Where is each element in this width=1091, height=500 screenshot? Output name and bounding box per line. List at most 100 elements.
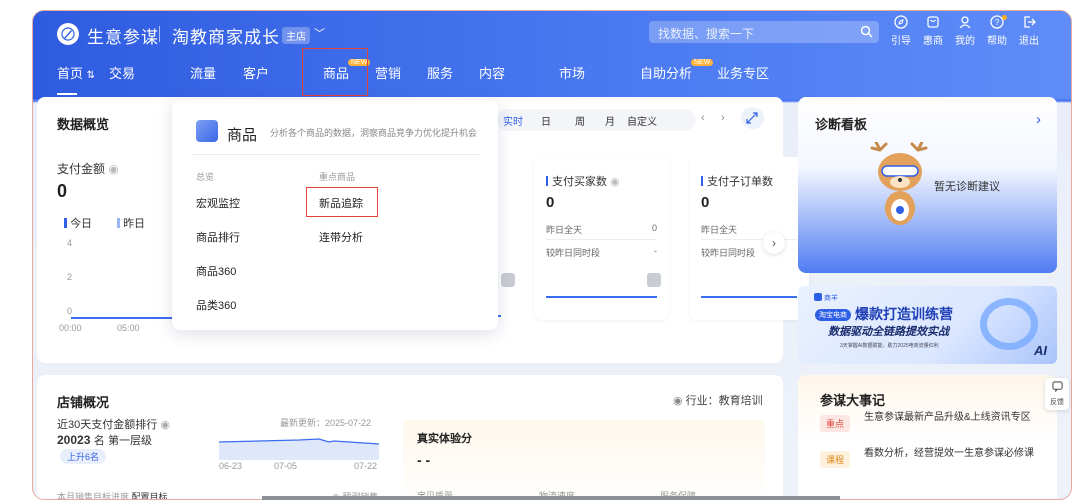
experience-value: - - bbox=[417, 452, 431, 468]
metric-value: 0 bbox=[701, 194, 710, 211]
metric-row-label: 昨日全天 bbox=[701, 225, 738, 235]
metric-row: 昨日全天 bbox=[701, 223, 797, 236]
benefit-label: 惠商 bbox=[923, 36, 943, 47]
banner-subline: 数据驱动全链路提效实战 bbox=[828, 326, 949, 338]
feedback-button[interactable]: 反馈 bbox=[1045, 378, 1069, 410]
notification-dot bbox=[1002, 15, 1007, 20]
group-key-products: 重点商品 bbox=[319, 172, 356, 182]
config-target-link[interactable]: 配置目标 bbox=[132, 492, 168, 499]
search-input[interactable]: 找数据、搜索一下 bbox=[649, 21, 879, 43]
rank-up-badge: 上升6名 bbox=[60, 449, 107, 464]
group-overview: 总览 bbox=[196, 172, 215, 182]
events-title: 参谋大事记 bbox=[820, 393, 886, 408]
nav-market[interactable]: 市场 bbox=[559, 63, 585, 82]
help-icon[interactable]: ◉ bbox=[610, 176, 620, 188]
pay-amount-text: 支付金额 bbox=[57, 162, 106, 176]
rank-value: 20023 bbox=[57, 433, 91, 447]
expand-icon[interactable] bbox=[741, 107, 763, 129]
metric-title: 支付子订单数 bbox=[701, 173, 773, 189]
tab-custom[interactable]: 自定义 bbox=[623, 113, 661, 128]
carousel-next-button[interactable]: › bbox=[763, 232, 785, 254]
nav-self-analysis[interactable]: 自助分析 NEW bbox=[640, 59, 714, 82]
tab-week[interactable]: 周 bbox=[563, 113, 597, 128]
chevron-left-icon[interactable]: ‹ bbox=[701, 112, 705, 124]
store-badge[interactable]: 主店 bbox=[282, 27, 310, 44]
help-icon[interactable]: ◉ bbox=[160, 419, 170, 431]
chevron-right-icon[interactable]: › bbox=[721, 112, 725, 124]
store-overview-card: 店铺概况 ◉ 行业：教育培训 近30天支付金额排行 ◉ 20023 名 第一层级… bbox=[37, 375, 783, 499]
store-overview-title: 店铺概况 bbox=[57, 395, 110, 410]
search-icon[interactable] bbox=[860, 25, 873, 38]
guide-button[interactable]: 引导 bbox=[885, 15, 917, 47]
metric-card-suborders[interactable]: 支付子订单数 0 昨日全天 较昨日同时段 bbox=[689, 157, 809, 320]
image-placeholder-icon bbox=[501, 273, 515, 287]
menu-item-macro-monitor[interactable]: 宏观监控 bbox=[196, 195, 240, 211]
chevron-down-icon[interactable]: ﹀ bbox=[314, 25, 325, 41]
banner-headline: 爆款打造训练营 bbox=[855, 306, 953, 322]
metric-card-buyers[interactable]: 支付买家数 ◉ 0 昨日全天 0 较昨日同时段 - bbox=[534, 157, 669, 320]
menu-item-category-360[interactable]: 品类360 bbox=[196, 297, 236, 313]
mine-button[interactable]: 我的 bbox=[949, 15, 981, 47]
dropdown-divider bbox=[192, 154, 480, 155]
event-text[interactable]: 看数分析，经营提效一生意参谋必修课 bbox=[864, 447, 1042, 461]
event-text[interactable]: 生意参谋最新产品升级&上线资讯专区 bbox=[864, 411, 1042, 425]
nav-traffic[interactable]: 流量 bbox=[190, 63, 216, 82]
help-icon[interactable]: ◉ bbox=[673, 395, 683, 407]
y-tick: 0 bbox=[67, 306, 73, 316]
metric-row-label: 昨日全天 bbox=[546, 225, 583, 235]
main-nav: 首页 ⇅ 交易 流量 客户 商品 NEW 营销 服务 内容 市场 自助分析 NEW … bbox=[33, 59, 1071, 95]
nav-home[interactable]: 首页 ⇅ bbox=[57, 63, 95, 95]
x-tick: 05:00 bbox=[117, 323, 140, 333]
horizontal-scrollbar[interactable] bbox=[262, 496, 840, 500]
rank-label-text: 近30天支付金额排行 bbox=[57, 419, 158, 431]
menu-item-product-360[interactable]: 商品360 bbox=[196, 263, 236, 279]
pay-amount-label: 支付金额 ◉ bbox=[57, 160, 119, 177]
nav-trade[interactable]: 交易 bbox=[109, 63, 135, 82]
nav-customer[interactable]: 客户 bbox=[243, 63, 269, 82]
chevron-right-icon[interactable]: › bbox=[1036, 111, 1041, 128]
new-tag: NEW bbox=[691, 59, 714, 66]
nav-content[interactable]: 内容 bbox=[479, 63, 505, 82]
help-button[interactable]: ? 帮助 bbox=[981, 15, 1013, 47]
y-tick: 2 bbox=[67, 272, 73, 282]
metric-title-text: 支付买家数 bbox=[552, 176, 607, 188]
nav-marketing[interactable]: 营销 bbox=[375, 63, 401, 82]
nav-business-zone[interactable]: 业务专区 bbox=[717, 63, 769, 82]
banner-ai: AI bbox=[1034, 343, 1047, 358]
legend-yesterday: 昨日 bbox=[117, 215, 145, 231]
benefit-button[interactable]: 惠商 bbox=[917, 15, 949, 47]
training-banner[interactable]: 商羊 淘宝电商 爆款打造训练营 数据驱动全链路提效实战 3天掌握AI数据赋能，助… bbox=[798, 286, 1057, 364]
dropdown-description: 分析各个商品的数据，洞察商品竞争力优化提升机会 bbox=[270, 128, 478, 138]
metric-row-value: 0 bbox=[651, 223, 657, 233]
help-icon[interactable]: ◉ bbox=[108, 162, 118, 176]
experience-title: 真实体验分 bbox=[417, 433, 472, 445]
tab-month[interactable]: 月 bbox=[597, 113, 623, 128]
nav-service[interactable]: 服务 bbox=[427, 63, 453, 82]
feedback-icon bbox=[1051, 381, 1063, 393]
menu-item-bundle-analysis[interactable]: 连带分析 bbox=[319, 229, 363, 245]
events-card: 参谋大事记 重点 生意参谋最新产品升级&上线资讯专区 课程 看数分析，经营提效一… bbox=[798, 375, 1057, 499]
product-name: 淘教商家成长 bbox=[172, 28, 280, 47]
nav-home-label: 首页 bbox=[57, 66, 84, 81]
rank-trend-chart bbox=[219, 438, 379, 460]
tab-realtime[interactable]: 实时 bbox=[497, 113, 529, 128]
tab-day[interactable]: 日 bbox=[529, 113, 563, 128]
metric-sparkline bbox=[701, 296, 797, 298]
guide-icon bbox=[894, 15, 908, 29]
app-frame: 生意参谋 淘教商家成长 主店 ﹀ 找数据、搜索一下 引导 惠商 我的 ? 帮助 … bbox=[32, 10, 1072, 500]
data-overview-title: 数据概览 bbox=[57, 117, 110, 132]
product-cube-icon bbox=[196, 120, 218, 142]
industry-text: 行业：教育培训 bbox=[685, 395, 763, 407]
logout-button[interactable]: 退出 bbox=[1013, 15, 1045, 47]
y-tick: 4 bbox=[67, 238, 73, 248]
banner-brand: 商羊 bbox=[814, 293, 838, 303]
logo-icon[interactable] bbox=[57, 23, 79, 45]
search-placeholder: 找数据、搜索一下 bbox=[658, 27, 755, 41]
user-icon bbox=[959, 16, 971, 29]
legend-yesterday-label: 昨日 bbox=[123, 218, 146, 230]
menu-item-product-rank[interactable]: 商品排行 bbox=[196, 229, 240, 245]
brand-name: 生意参谋 bbox=[87, 28, 159, 47]
update-label: 最新更新：2025-07-22 bbox=[280, 418, 372, 428]
product-dropdown-menu: 商品 分析各个商品的数据，洞察商品竞争力优化提升机会 总览 重点商品 宏观监控 … bbox=[172, 100, 498, 330]
banner-tag: 淘宝电商 bbox=[815, 309, 851, 321]
